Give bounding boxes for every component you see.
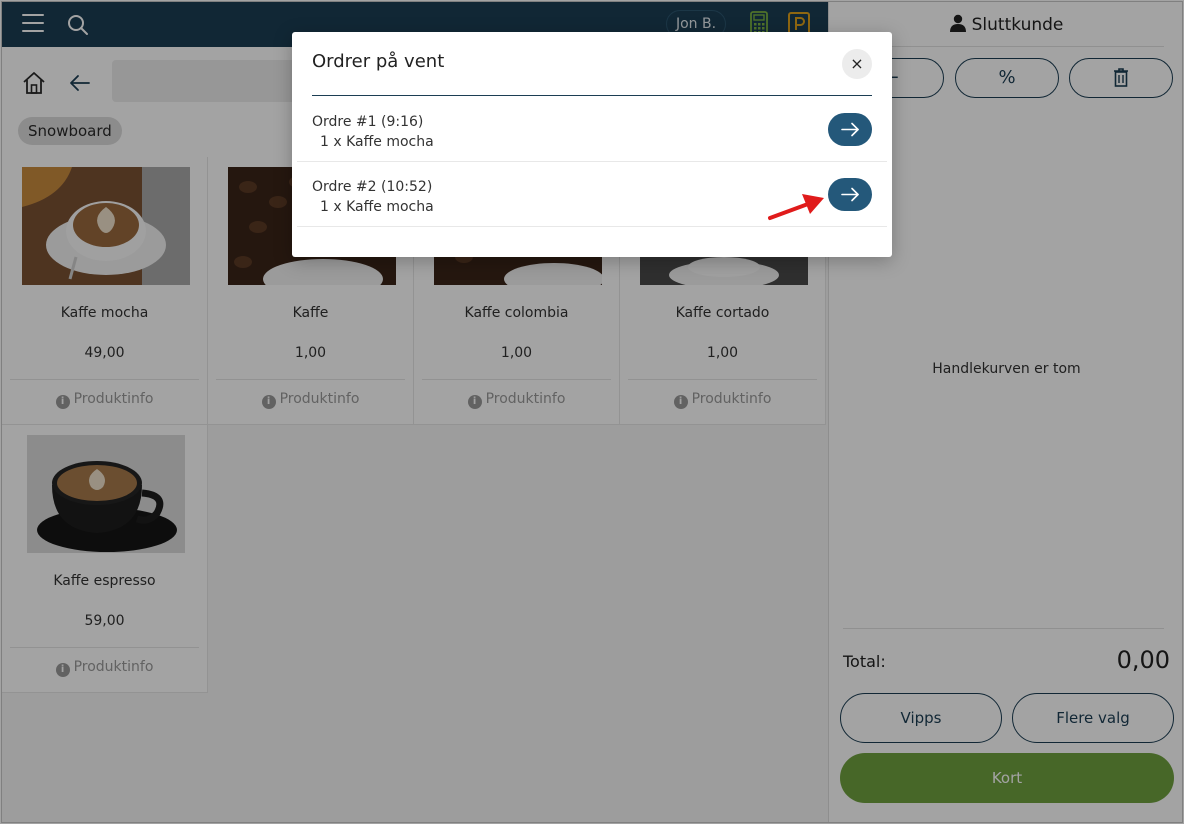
close-icon[interactable]: × (842, 49, 872, 79)
open-order-button[interactable] (828, 178, 872, 211)
held-order-row[interactable]: Ordre #1 (9:16) 1 x Kaffe mocha (297, 97, 887, 162)
divider (312, 95, 872, 96)
order-title: Ordre #2 (10:52) (312, 179, 433, 195)
open-order-button[interactable] (828, 113, 872, 146)
arrow-right-icon (841, 187, 859, 202)
arrow-right-icon (841, 122, 859, 137)
order-title: Ordre #1 (9:16) (312, 114, 424, 130)
order-item: 1 x Kaffe mocha (320, 134, 434, 150)
dialog-title: Ordrer på vent (312, 51, 445, 72)
pointer-arrow-icon (768, 194, 824, 220)
order-item: 1 x Kaffe mocha (320, 199, 434, 215)
